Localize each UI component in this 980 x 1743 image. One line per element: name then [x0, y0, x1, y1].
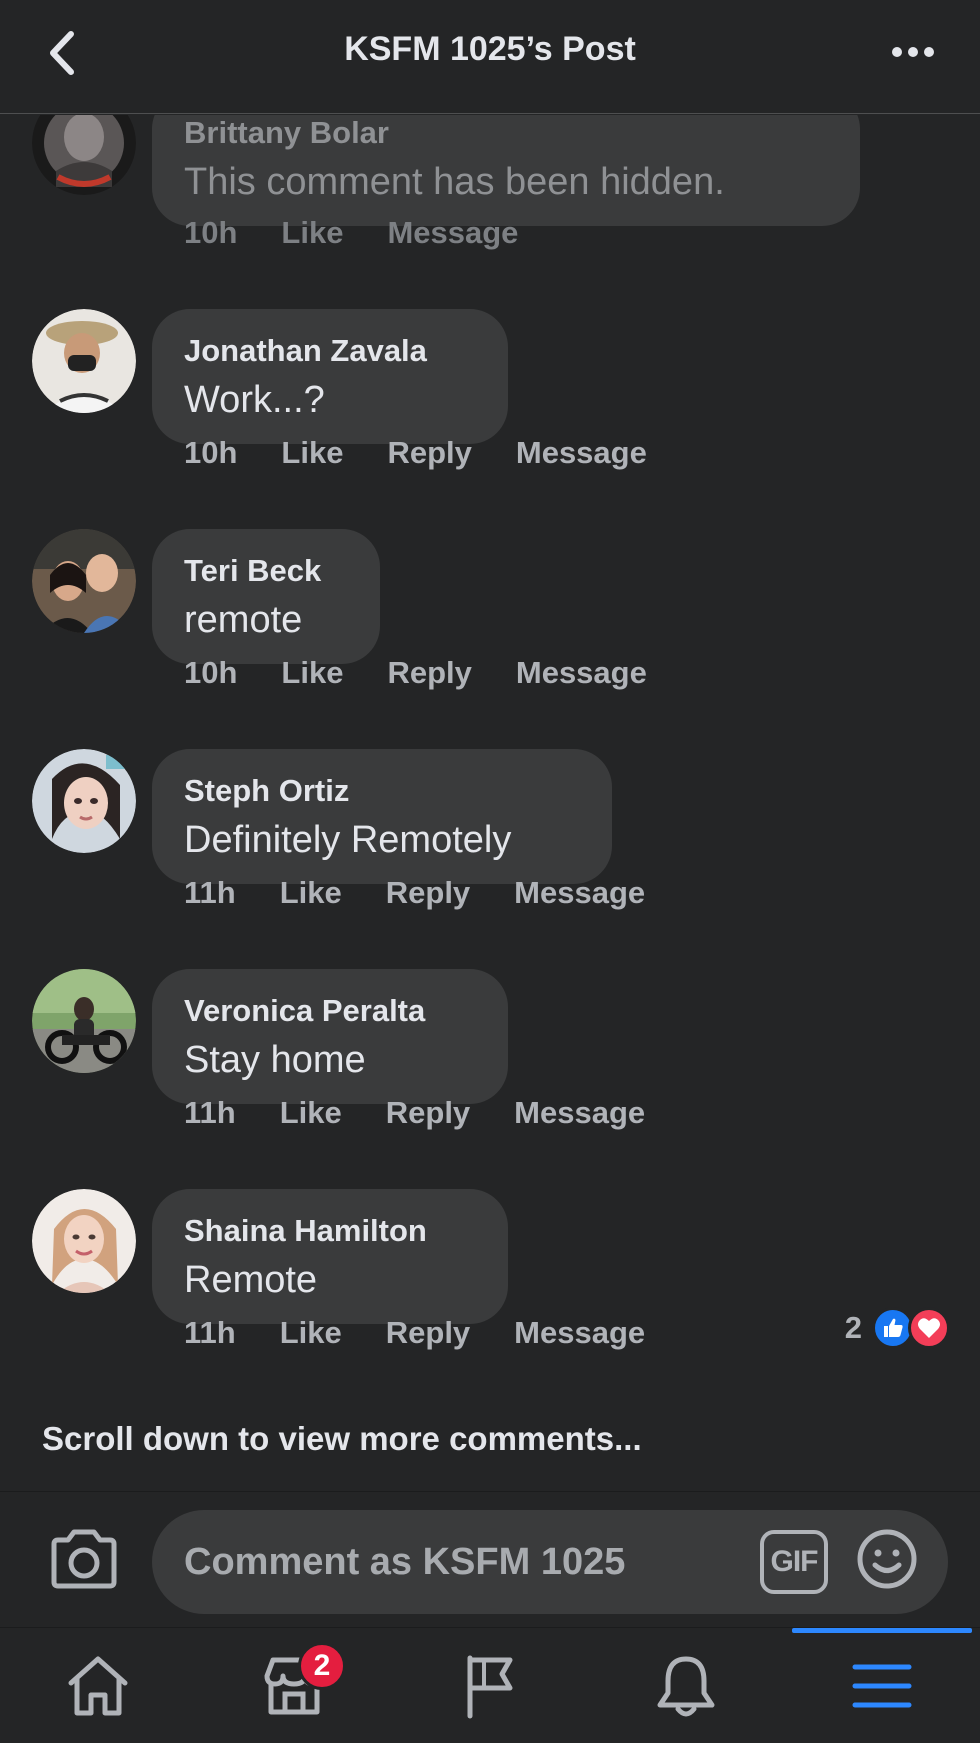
nav-notifications[interactable] [588, 1628, 784, 1743]
message-button[interactable]: Message [387, 215, 518, 251]
comment-actions: 10h Like Message [184, 215, 562, 251]
comment-author[interactable]: Jonathan Zavala [184, 333, 476, 369]
message-button[interactable]: Message [514, 1315, 645, 1351]
comment-bubble[interactable]: Veronica Peralta Stay home [152, 969, 508, 1104]
comment-composer: GIF [0, 1491, 980, 1627]
home-icon [68, 1656, 128, 1716]
avatar[interactable] [32, 309, 136, 413]
comment-time: 11h [184, 1095, 236, 1130]
comment-bubble[interactable]: Shaina Hamilton Remote [152, 1189, 508, 1324]
camera-icon [51, 1529, 117, 1589]
comment-author[interactable]: Shaina Hamilton [184, 1213, 476, 1249]
nav-pages[interactable] [392, 1628, 588, 1743]
avatar[interactable] [32, 1189, 136, 1293]
more-dot [924, 47, 934, 57]
bell-icon [657, 1656, 715, 1717]
comment-actions: 10h Like Reply Message [184, 435, 691, 471]
message-button[interactable]: Message [516, 655, 647, 691]
comment-bubble[interactable]: Jonathan Zavala Work...? [152, 309, 508, 444]
avatar[interactable] [32, 529, 136, 633]
comment-time: 11h [184, 875, 236, 910]
comment-input[interactable] [152, 1510, 948, 1614]
comment-text: This comment has been hidden. [184, 161, 725, 203]
comment-text: Remote [184, 1259, 318, 1301]
more-dot [892, 47, 902, 57]
reply-button[interactable]: Reply [386, 1095, 470, 1131]
comment-author[interactable]: Brittany Bolar [184, 115, 828, 151]
comment-text: Work...? [184, 379, 325, 421]
bottom-nav: 2 [0, 1627, 980, 1743]
love-icon [908, 1307, 950, 1349]
notification-badge: 2 [298, 1642, 346, 1690]
nav-home[interactable] [0, 1628, 196, 1743]
reply-button[interactable]: Reply [386, 1315, 470, 1351]
avatar[interactable] [32, 749, 136, 853]
comment-time: 10h [184, 215, 238, 250]
like-button[interactable]: Like [280, 1095, 342, 1131]
message-button[interactable]: Message [514, 875, 645, 911]
comment-time: 11h [184, 1315, 236, 1350]
comment-actions: 11h Like Reply Message [184, 875, 689, 911]
like-button[interactable]: Like [281, 655, 343, 691]
emoji-button[interactable] [856, 1528, 918, 1590]
nav-marketplace[interactable]: 2 [196, 1628, 392, 1743]
reaction-count: 2 [844, 1310, 862, 1345]
comment-text: Stay home [184, 1039, 366, 1081]
comment-author[interactable]: Teri Beck [184, 553, 348, 589]
reply-button[interactable]: Reply [387, 655, 471, 691]
comment-author[interactable]: Steph Ortiz [184, 773, 580, 809]
comment-text: Definitely Remotely [184, 819, 512, 861]
comment-actions: 11h Like Reply Message [184, 1315, 689, 1351]
scroll-more-hint[interactable]: Scroll down to view more comments... [42, 1420, 642, 1458]
camera-button[interactable] [48, 1526, 120, 1592]
comment-actions: 10h Like Reply Message [184, 655, 691, 691]
nav-menu[interactable] [784, 1628, 980, 1743]
comment-author[interactable]: Veronica Peralta [184, 993, 476, 1029]
like-button[interactable]: Like [280, 1315, 342, 1351]
page-title: KSFM 1025’s Post [344, 30, 636, 68]
comment-time: 10h [184, 655, 238, 690]
comment-text: remote [184, 599, 303, 641]
header-bar: KSFM 1025’s Post [0, 0, 980, 114]
more-options-button[interactable] [886, 34, 940, 70]
menu-icon [852, 1664, 912, 1708]
comment-time: 10h [184, 435, 238, 470]
comment-actions: 11h Like Reply Message [184, 1095, 689, 1131]
avatar[interactable] [32, 115, 136, 195]
like-button[interactable]: Like [281, 215, 343, 251]
comments-list[interactable]: Brittany Bolar This comment has been hid… [0, 115, 980, 1491]
comment-bubble[interactable]: Steph Ortiz Definitely Remotely [152, 749, 612, 884]
reaction-summary[interactable]: 2 [845, 1307, 950, 1349]
reply-button[interactable]: Reply [386, 875, 470, 911]
avatar[interactable] [32, 969, 136, 1073]
more-dot [908, 47, 918, 57]
flag-icon [467, 1655, 513, 1719]
comment-bubble[interactable]: Teri Beck remote [152, 529, 380, 664]
message-button[interactable]: Message [516, 435, 647, 471]
comment-bubble[interactable]: Brittany Bolar This comment has been hid… [152, 115, 860, 226]
like-button[interactable]: Like [281, 435, 343, 471]
gif-button[interactable]: GIF [760, 1530, 828, 1594]
reply-button[interactable]: Reply [387, 435, 471, 471]
like-button[interactable]: Like [280, 875, 342, 911]
smiley-icon [857, 1529, 917, 1589]
message-button[interactable]: Message [514, 1095, 645, 1131]
